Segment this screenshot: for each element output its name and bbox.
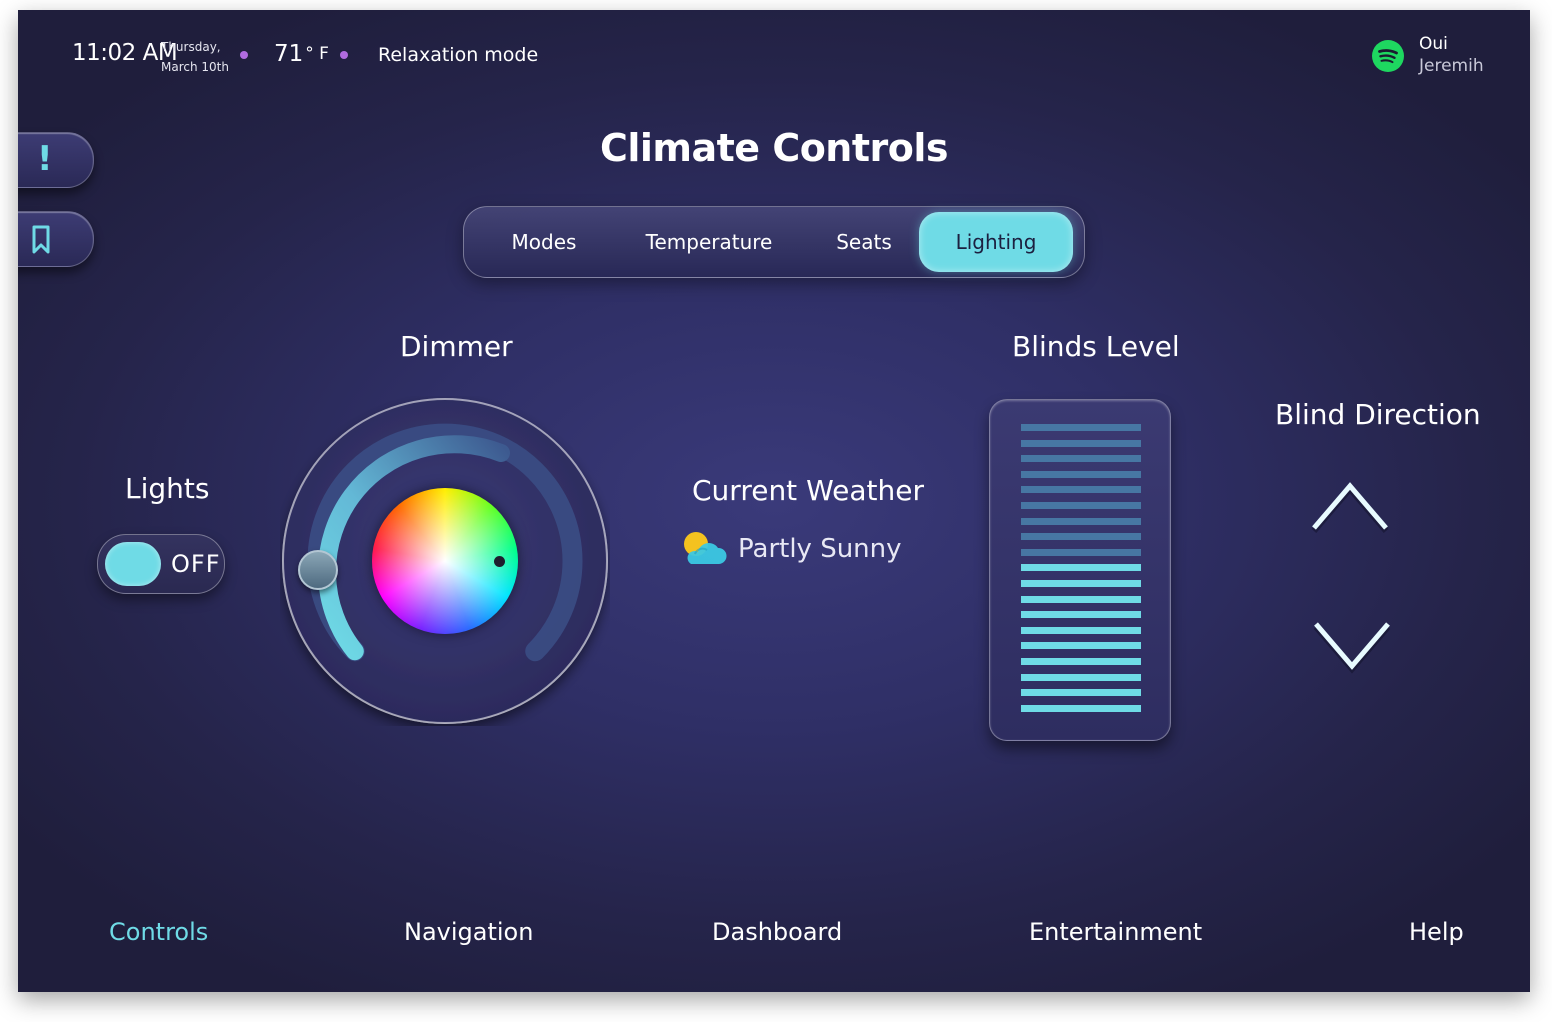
dimmer-label: Dimmer — [400, 330, 513, 363]
dimmer-dial[interactable] — [280, 396, 610, 726]
color-wheel[interactable] — [372, 488, 518, 634]
blind-slat — [1021, 658, 1141, 665]
page-title: Climate Controls — [599, 126, 949, 170]
blind-slat — [1021, 642, 1141, 650]
date: March 10th — [161, 60, 229, 74]
blind-slat — [1021, 626, 1141, 634]
blind-down-arrow-icon[interactable] — [1312, 618, 1392, 674]
blind-up-arrow-icon[interactable] — [1310, 478, 1390, 534]
now-playing[interactable]: Oui Jeremih — [1419, 33, 1484, 77]
tab-modes[interactable]: Modes — [484, 207, 604, 277]
outside-temperature: 71 ° F — [274, 41, 329, 67]
nav-dashboard[interactable]: Dashboard — [712, 918, 842, 946]
lights-toggle[interactable]: OFF — [97, 534, 225, 594]
blind-slat — [1021, 533, 1141, 541]
blind-slat — [1021, 548, 1141, 556]
nav-entertainment[interactable]: Entertainment — [1029, 918, 1202, 946]
blinds-level-slider[interactable] — [989, 399, 1171, 741]
toggle-state: OFF — [171, 550, 221, 578]
blind-slat — [1021, 439, 1141, 447]
blind-slat — [1021, 502, 1141, 509]
blind-slat — [1021, 517, 1141, 525]
temperature-unit: ° F — [305, 44, 329, 64]
separator-dot — [240, 51, 248, 59]
climate-tabs: Modes Temperature Seats Lighting — [463, 206, 1085, 278]
color-picker-marker[interactable] — [494, 556, 505, 567]
blind-slat — [1021, 580, 1141, 587]
tab-lighting[interactable]: Lighting — [919, 212, 1073, 272]
nav-help[interactable]: Help — [1409, 918, 1464, 946]
weekday: Thursday, — [161, 40, 221, 54]
blind-slat — [1021, 424, 1141, 431]
blind-slat — [1021, 595, 1141, 603]
toggle-knob[interactable] — [105, 542, 161, 586]
blind-slat — [1021, 673, 1141, 681]
song-artist: Jeremih — [1419, 56, 1484, 76]
blind-slat — [1021, 455, 1141, 463]
song-title: Oui — [1419, 34, 1448, 54]
blind-slat — [1021, 611, 1141, 619]
blinds-label: Blinds Level — [1012, 330, 1180, 363]
partly-sunny-icon — [684, 532, 727, 564]
blind-slat — [1021, 704, 1141, 712]
temperature-value: 71 — [274, 41, 304, 67]
spotify-icon[interactable] — [1372, 40, 1404, 72]
blind-slat — [1021, 564, 1141, 572]
weather-condition: Partly Sunny — [738, 534, 902, 564]
nav-controls[interactable]: Controls — [109, 918, 208, 946]
clock-date: Thursday, March 10th — [161, 37, 229, 77]
nav-navigation[interactable]: Navigation — [404, 918, 533, 946]
blind-direction-label: Blind Direction — [1275, 398, 1481, 431]
tab-temperature[interactable]: Temperature — [634, 207, 784, 277]
blind-slat — [1021, 470, 1141, 478]
lights-label: Lights — [125, 472, 210, 505]
separator-dot — [340, 51, 348, 59]
blind-slat — [1021, 689, 1141, 697]
bookmarks-tab[interactable] — [18, 211, 94, 267]
weather-label: Current Weather — [692, 474, 924, 507]
tab-seats[interactable]: Seats — [809, 207, 919, 277]
dimmer-handle[interactable] — [298, 550, 338, 590]
mode-indicator[interactable]: Relaxation mode — [378, 44, 538, 66]
bookmark-icon — [32, 225, 50, 254]
climate-controls-screen: 11:02 AM Thursday, March 10th 71 ° F Rela… — [18, 10, 1530, 992]
blind-slat — [1021, 486, 1141, 494]
